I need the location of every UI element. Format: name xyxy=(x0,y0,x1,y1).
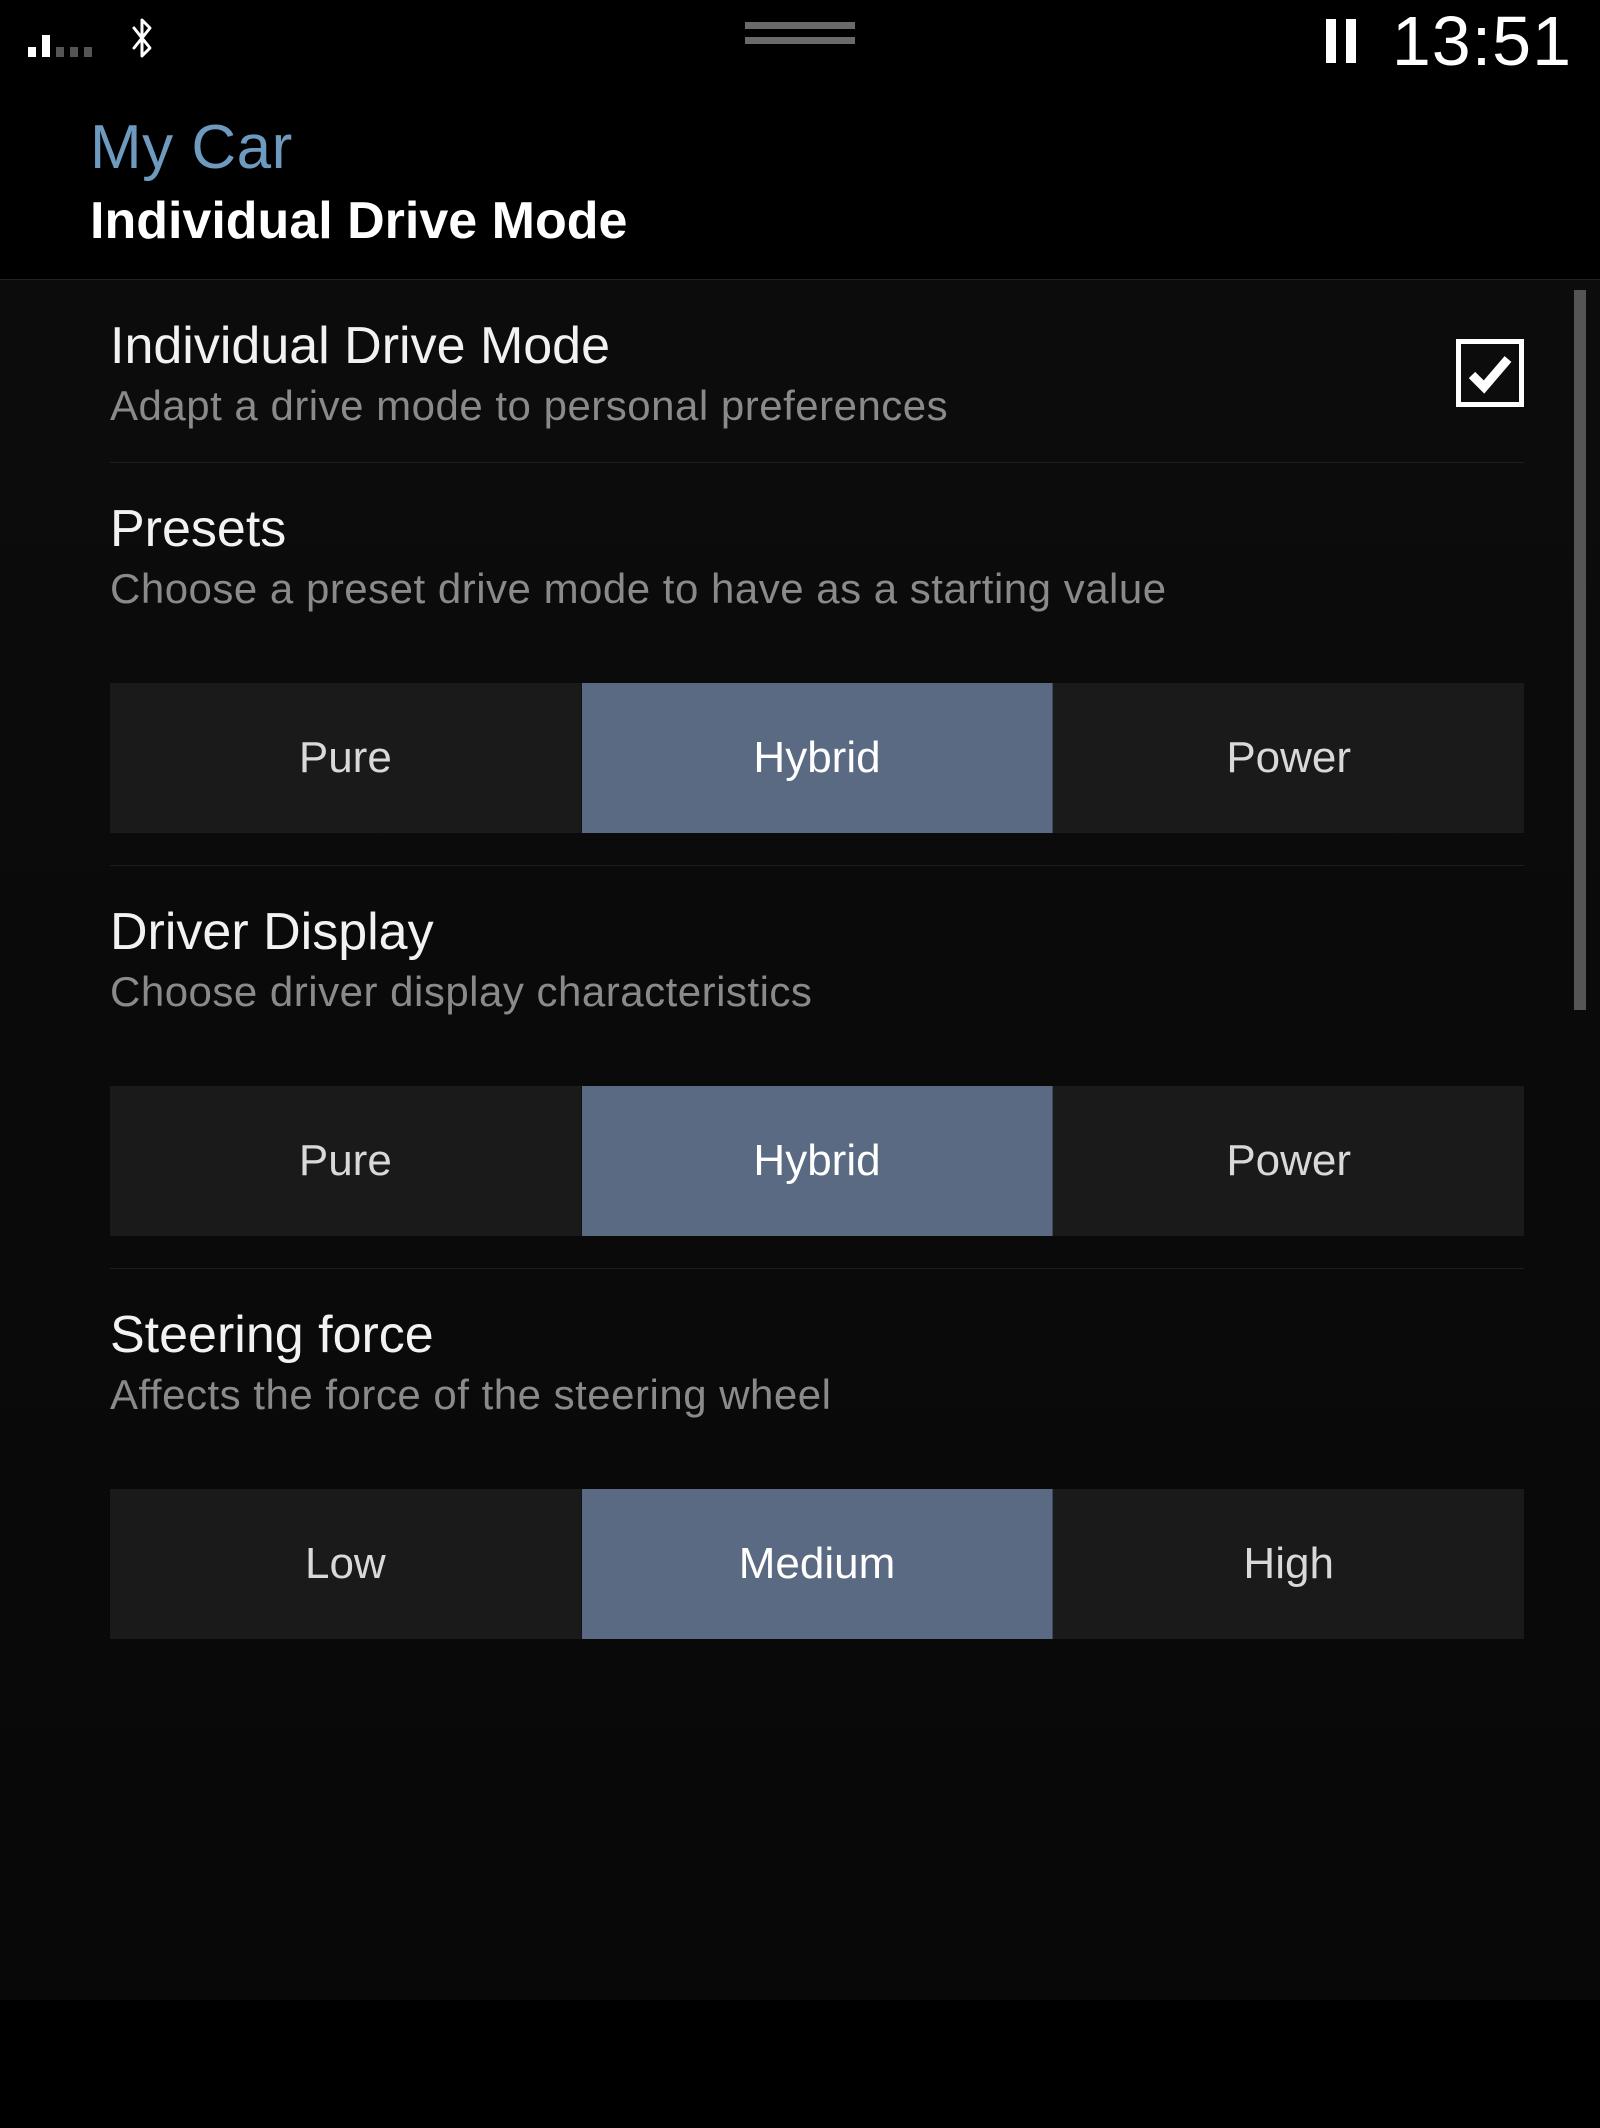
row-title: Steering force xyxy=(110,1305,1524,1365)
row-desc: Choose a preset drive mode to have as a … xyxy=(110,565,1524,613)
preset-option-pure[interactable]: Pure xyxy=(110,683,582,833)
row-driver-display: Driver Display Choose driver display cha… xyxy=(110,865,1524,1268)
steering-force-segmented: Low Medium High xyxy=(110,1489,1524,1639)
scrollbar[interactable] xyxy=(1574,290,1586,1010)
row-presets: Presets Choose a preset drive mode to ha… xyxy=(110,462,1524,865)
preset-option-power[interactable]: Power xyxy=(1053,683,1524,833)
bottom-padding xyxy=(0,2000,1600,2128)
clock: 13:51 xyxy=(1392,1,1572,81)
row-desc: Choose driver display characteristics xyxy=(110,968,1524,1016)
row-individual-drive-mode[interactable]: Individual Drive Mode Adapt a drive mode… xyxy=(110,280,1524,462)
page-header: My Car Individual Drive Mode xyxy=(0,82,1600,280)
settings-panel: Individual Drive Mode Adapt a drive mode… xyxy=(0,280,1600,2000)
display-option-hybrid[interactable]: Hybrid xyxy=(582,1086,1054,1236)
bluetooth-icon xyxy=(128,16,156,67)
row-title: Presets xyxy=(110,499,1524,559)
page-title: Individual Drive Mode xyxy=(90,191,1510,251)
row-steering-force: Steering force Affects the force of the … xyxy=(110,1268,1524,1671)
pause-icon[interactable] xyxy=(1326,19,1356,63)
row-title: Individual Drive Mode xyxy=(110,316,948,376)
steering-option-low[interactable]: Low xyxy=(110,1489,582,1639)
drag-handle-icon[interactable] xyxy=(745,22,855,44)
display-option-power[interactable]: Power xyxy=(1053,1086,1524,1236)
individual-drive-mode-checkbox[interactable] xyxy=(1456,339,1524,407)
presets-segmented: Pure Hybrid Power xyxy=(110,683,1524,833)
row-desc: Affects the force of the steering wheel xyxy=(110,1371,1524,1419)
steering-option-high[interactable]: High xyxy=(1053,1489,1524,1639)
steering-option-medium[interactable]: Medium xyxy=(582,1489,1054,1639)
breadcrumb[interactable]: My Car xyxy=(90,112,1510,183)
driver-display-segmented: Pure Hybrid Power xyxy=(110,1086,1524,1236)
row-title: Driver Display xyxy=(110,902,1524,962)
status-bar: 13:51 xyxy=(0,0,1600,82)
signal-strength-icon xyxy=(28,25,92,57)
row-desc: Adapt a drive mode to personal preferenc… xyxy=(110,382,948,430)
display-option-pure[interactable]: Pure xyxy=(110,1086,582,1236)
checkmark-icon xyxy=(1466,349,1514,397)
preset-option-hybrid[interactable]: Hybrid xyxy=(582,683,1054,833)
